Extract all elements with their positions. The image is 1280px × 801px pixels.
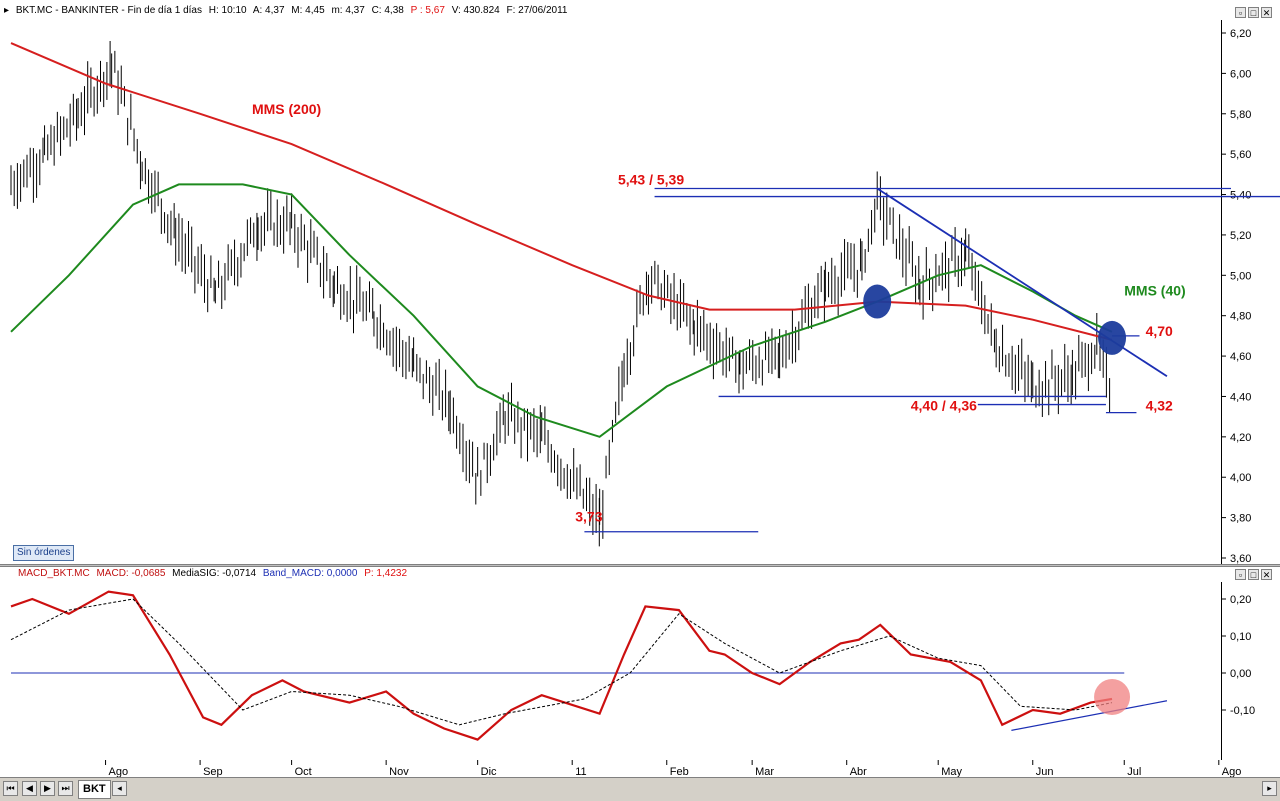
y-tick-label: 3,80 (1230, 513, 1251, 525)
y-tick-label: 4,20 (1230, 432, 1251, 444)
y-tick-label: 4,80 (1230, 311, 1251, 323)
x-tick-label: May (941, 766, 962, 777)
macd-y-tick-label: 0,20 (1230, 594, 1251, 606)
macd-line (10, 590, 1113, 741)
x-tick-label: Jun (1036, 766, 1054, 777)
macd-trendline (1011, 700, 1168, 731)
x-tick-label: Oct (295, 766, 312, 777)
macd-y-tick-label: 0,00 (1230, 668, 1251, 680)
orders-button[interactable]: Sin órdenes (13, 545, 75, 561)
x-tick-label: 11 (575, 766, 586, 777)
volume-value: V: 430.824 (451, 5, 500, 16)
price-annotation: 5,43 / 5,39 (618, 171, 684, 187)
crossover-marker (1098, 320, 1127, 355)
y-tick-label: 4,40 (1230, 391, 1251, 403)
y-tick-label: 5,20 (1230, 230, 1251, 242)
macd-value: MACD: -0,0685 (96, 568, 166, 579)
x-tick-label: Feb (670, 766, 689, 777)
price-annotation: 3,73 (575, 509, 602, 525)
sheet-tab-bkt[interactable]: BKT (78, 780, 111, 799)
x-tick-label: Ago (109, 766, 129, 777)
price-annotation: MMS (40) (1124, 283, 1185, 299)
y-tick-label: 6,20 (1230, 28, 1251, 40)
macd-y-tick-label: -0,10 (1230, 705, 1255, 717)
last-page-icon[interactable]: ⏭ (58, 781, 73, 796)
x-tick-label: Dic (481, 766, 497, 777)
high-value: M: 4,45 (291, 5, 325, 16)
macd-panel-header: MACD_BKT.MC MACD: -0,0685 MediaSIG: -0,0… (18, 567, 411, 581)
price-annotation: 4,70 (1146, 323, 1173, 339)
close-button[interactable]: ✕ (1261, 569, 1272, 580)
x-tick-label: Nov (389, 766, 409, 777)
band-value: Band_MACD: 0,0000 (262, 568, 358, 579)
pct-value: P : 5,67 (410, 5, 445, 16)
signal-value: MediaSIG: -0,0714 (172, 568, 257, 579)
x-tick-label: Mar (755, 766, 774, 777)
symbol-label: BKT.MC - BANKINTER - Fin de día 1 días (15, 5, 202, 16)
y-tick-label: 5,00 (1230, 270, 1251, 282)
macd-highlight-marker (1094, 679, 1131, 716)
maximize-button[interactable]: □ (1248, 569, 1259, 580)
mms200-line (10, 42, 1113, 341)
price-chart: 6,20 6,00 5,80 5,60 5,40 5,20 5,00 4,80 4,60 4,40… (10, 28, 1280, 565)
y-tick-label: 5,80 (1230, 109, 1251, 121)
y-tick-label: 6,00 (1230, 68, 1251, 80)
x-tick-label: Abr (850, 766, 867, 777)
x-tick-label: Jul (1127, 766, 1141, 777)
first-page-icon[interactable]: ⏮ (3, 781, 18, 796)
minimize-button[interactable]: ▫ (1235, 7, 1246, 18)
macd-window-buttons: ▫ □ ✕ (1235, 569, 1272, 581)
price-bars (10, 40, 1111, 547)
bottom-navigation-bar: ⏮ ◀ ▶ ⏭ BKT ◂ ▸ (0, 777, 1280, 801)
chart-window: ▸ BKT.MC - BANKINTER - Fin de día 1 días… (0, 0, 1280, 801)
low-value: m: 4,37 (331, 5, 365, 16)
y-tick-label: 5,40 (1230, 190, 1251, 202)
y-tick-label: 5,60 (1230, 149, 1251, 161)
next-icon[interactable]: ▶ (40, 781, 55, 796)
price-annotation: MMS (200) (252, 101, 321, 117)
y-tick-label: 4,00 (1230, 472, 1251, 484)
x-tick-label: Sep (203, 766, 223, 777)
date-value: F: 27/06/2011 (506, 5, 568, 16)
scroll-right-icon[interactable]: ▸ (1262, 781, 1277, 796)
x-tick-label: Ago (1222, 766, 1242, 777)
macd-chart: 0,20 0,10 0,00 -0,10 (10, 590, 1255, 741)
macd-indicator-name: MACD_BKT.MC (18, 568, 90, 579)
macd-y-tick-label: 0,10 (1230, 631, 1251, 643)
previous-icon[interactable]: ◀ (22, 781, 37, 796)
hour-value: H: 10:10 (208, 5, 247, 16)
collapse-arrow-icon[interactable]: ▸ (4, 5, 9, 16)
crossover-marker (863, 284, 892, 319)
price-annotation: 4,32 (1146, 398, 1173, 414)
maximize-button[interactable]: □ (1248, 7, 1259, 18)
close-button[interactable]: ✕ (1261, 7, 1272, 18)
minimize-button[interactable]: ▫ (1235, 569, 1246, 580)
p-value: P: 1,4232 (364, 568, 407, 579)
scroll-left-icon[interactable]: ◂ (112, 781, 127, 796)
price-panel-header: ▸ BKT.MC - BANKINTER - Fin de día 1 días… (4, 4, 571, 18)
price-annotation: 4,40 / 4,36 (911, 398, 977, 414)
open-value: A: 4,37 (252, 5, 285, 16)
y-tick-label: 4,60 (1230, 351, 1251, 363)
time-axis: Ago Sep Oct Nov Dic 11 Feb Mar Abr May Jun Jul Ago (105, 760, 1242, 777)
close-value: C: 4,38 (371, 5, 404, 16)
